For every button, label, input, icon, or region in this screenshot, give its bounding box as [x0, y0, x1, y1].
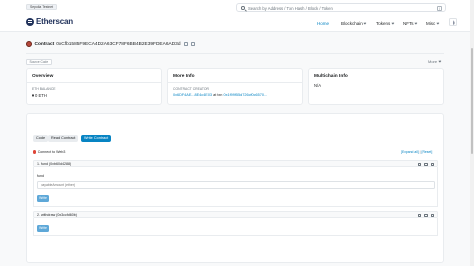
multichain-title: Multichain Info — [314, 74, 348, 79]
nav-misc[interactable]: Misc — [426, 21, 439, 26]
qr-code-icon[interactable] — [190, 42, 195, 46]
function-fund-title: 1. fund (0xb60d4288) — [37, 162, 72, 167]
eth-balance-label: ETH BALANCE — [32, 87, 56, 91]
link-icon[interactable] — [417, 213, 421, 217]
chevron-up-icon[interactable] — [430, 162, 434, 166]
nav-blockchain[interactable]: Blockchain — [341, 21, 367, 26]
subtab-code[interactable]: Code — [33, 135, 49, 142]
search-box[interactable]: Search by Address / Txn Hash / Block / T… — [236, 3, 446, 12]
chevron-up-icon[interactable] — [430, 213, 434, 217]
reset-icon[interactable] — [424, 213, 428, 217]
subtab-read-contract[interactable]: Read Contract — [48, 135, 79, 142]
top-header: Sepolia Testnet Etherscan Search by Addr… — [0, 0, 474, 32]
contract-creator-value: 0x6DF4AE...8E4c4E03 at txn 0x1f99f55d726… — [173, 93, 267, 97]
connect-web3-button[interactable]: Connect to Web3 — [33, 150, 65, 154]
etherscan-logo[interactable]: Etherscan — [26, 17, 73, 26]
overview-card: Overview ETH BALANCE 0 ETH — [26, 68, 162, 105]
chevron-down-icon — [391, 22, 394, 25]
creator-address-link[interactable]: 0x6DF4AE...8E4c4E03 — [173, 93, 212, 97]
expand-all-link[interactable]: [Expand all] — [401, 150, 419, 154]
contract-header: Contract 0xCfb1585F9ECA4D2A63CF78F6BB4B2… — [26, 41, 195, 47]
chevron-down-icon — [414, 22, 418, 25]
fund-write-button[interactable]: Write — [37, 195, 49, 202]
withdraw-write-button[interactable]: Write — [37, 225, 49, 232]
fund-param-label: fund — [37, 174, 44, 178]
contract-creator-label: CONTRACT CREATOR — [173, 87, 209, 91]
search-shortcut-key: / — [437, 5, 442, 11]
card-divider — [168, 82, 302, 83]
link-icon[interactable] — [417, 162, 421, 166]
function-fund-header[interactable]: 1. fund (0xb60d4288) — [33, 160, 438, 167]
logo-text: Etherscan — [36, 17, 73, 26]
nav-tokens-label: Tokens — [376, 21, 391, 26]
search-icon — [241, 6, 245, 10]
copy-icon[interactable] — [183, 42, 188, 46]
etherscan-logo-icon — [26, 17, 34, 26]
eth-balance-amount: 0 ETH — [35, 93, 47, 98]
nav-home-label: Home — [317, 21, 330, 26]
chevron-down-icon — [436, 22, 439, 25]
nav-blockchain-label: Blockchain — [341, 21, 363, 26]
reset-icon[interactable] — [424, 162, 428, 166]
chevron-down-icon — [438, 60, 441, 63]
more-info-title: More Info — [173, 74, 195, 79]
nav-nfts[interactable]: NFTs — [403, 21, 418, 26]
more-label: More — [428, 59, 438, 64]
nav-misc-label: Misc — [426, 21, 436, 26]
payable-amount-field[interactable] — [38, 182, 434, 188]
function-withdraw-body — [33, 218, 438, 236]
header-divider — [26, 53, 444, 54]
search-input[interactable]: Search by Address / Txn Hash / Block / T… — [248, 6, 333, 11]
card-divider — [27, 82, 161, 83]
multichain-card: Multichain Info N/A — [308, 68, 444, 105]
network-badge[interactable]: Sepolia Testnet — [26, 4, 58, 10]
overview-title: Overview — [32, 74, 54, 79]
nav-tokens[interactable]: Tokens — [376, 21, 394, 26]
expand-reset-links: [Expand all] | [Reset] — [401, 150, 432, 154]
creator-txn-link[interactable]: 0x1f99f55d726cf0c6570... — [223, 93, 267, 97]
source-code-tag[interactable]: Source Code — [26, 59, 52, 65]
eth-balance-value: 0 ETH — [32, 93, 47, 98]
payable-amount-input[interactable] — [37, 181, 435, 189]
chevron-down-icon — [363, 22, 367, 25]
contract-avatar — [26, 41, 32, 47]
page-scrollbar[interactable] — [470, 0, 474, 266]
more-dropdown[interactable]: More — [428, 59, 441, 64]
ethereum-network-button[interactable] — [449, 18, 457, 26]
subtab-write-contract[interactable]: Write Contract — [81, 135, 112, 142]
creator-at-label: at txn — [213, 93, 223, 97]
reset-link[interactable]: [Reset] — [422, 150, 433, 154]
contract-label: Contract — [34, 41, 55, 47]
multichain-value: N/A — [314, 83, 321, 88]
ethereum-icon — [32, 93, 34, 97]
nav-nfts-label: NFTs — [403, 21, 414, 26]
connect-web3-label: Connect to Web3 — [37, 150, 66, 154]
contract-address: 0xCfb1585F9ECA4D2A63CF78F6BB4B2E39FDEA6A… — [56, 41, 181, 47]
more-info-card: More Info CONTRACT CREATOR 0x6DF4AE...8E… — [167, 68, 303, 105]
function-withdraw-title: 2. withdraw (0x3ccfd60b) — [37, 213, 77, 218]
scrollbar-thumb[interactable] — [470, 48, 474, 154]
disconnected-status-icon — [33, 150, 37, 154]
function-withdraw-header[interactable]: 2. withdraw (0x3ccfd60b) — [33, 211, 438, 218]
nav-home[interactable]: Home — [317, 21, 329, 26]
expand-separator: | — [419, 150, 421, 154]
